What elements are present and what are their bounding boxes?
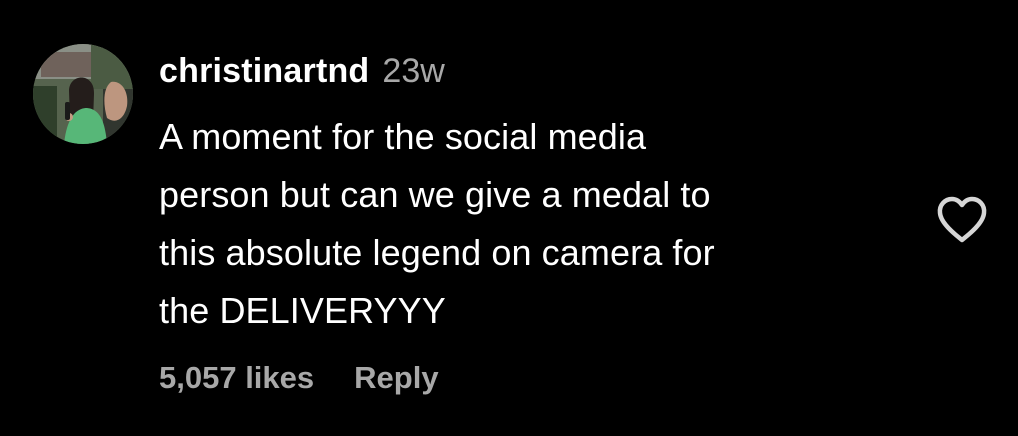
comment-text-line: this absolute legend on camera for (159, 232, 715, 273)
comment-timestamp: 23w (382, 52, 445, 90)
comment-actions: 5,057 likes Reply (159, 360, 439, 396)
comment-item: christinartnd 23w A moment for the socia… (0, 0, 1018, 436)
heart-outline-icon (937, 196, 987, 243)
comment-text-line: A moment for the social media (159, 116, 647, 157)
comment-text-line: person but can we give a medal to (159, 174, 711, 215)
comment-text: A moment for the social media person but… (159, 108, 899, 340)
reply-button[interactable]: Reply (354, 360, 438, 396)
like-button[interactable] (936, 196, 988, 244)
avatar[interactable] (33, 44, 133, 144)
comment-header: christinartnd 23w (159, 52, 445, 96)
likes-count[interactable]: 5,057 likes (159, 360, 314, 396)
profile-photo-icon (33, 44, 133, 144)
username[interactable]: christinartnd (159, 52, 369, 91)
comment-text-line: the DELIVERYYY (159, 290, 446, 331)
